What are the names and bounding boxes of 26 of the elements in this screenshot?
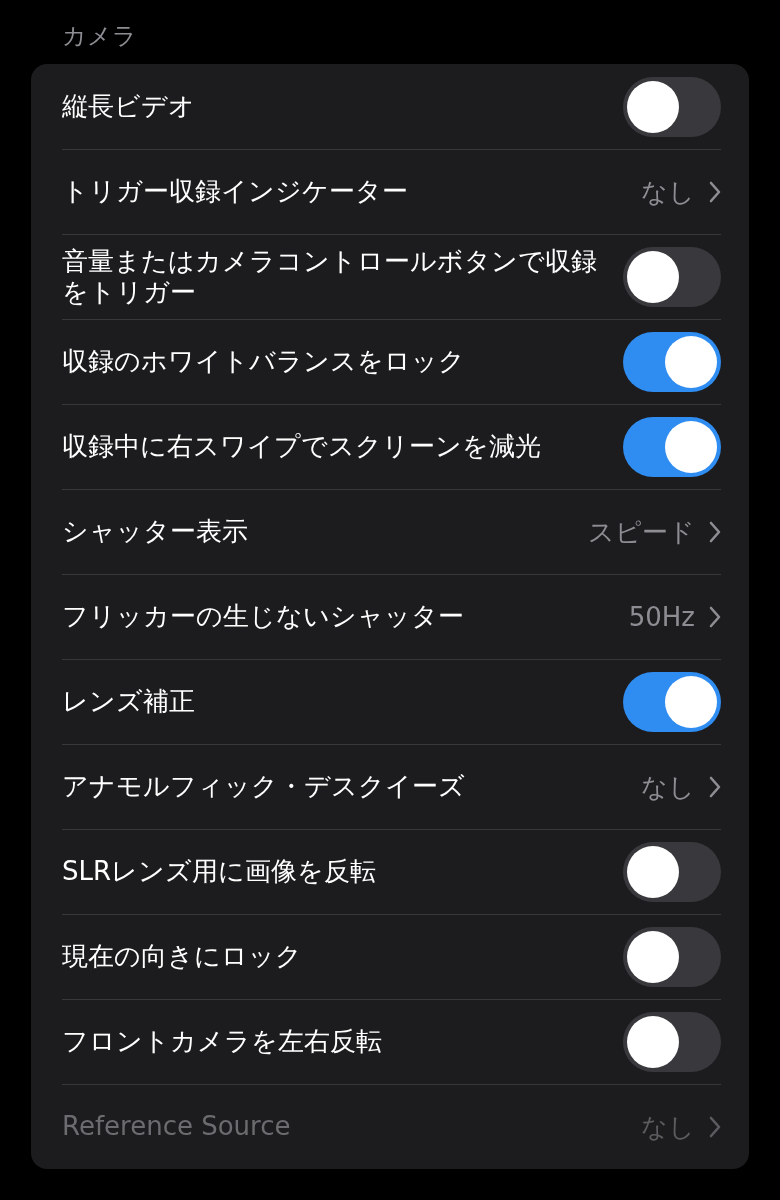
setting-value: なし — [641, 770, 695, 804]
setting-label: フロントカメラを左右反転 — [62, 1026, 382, 1058]
section-header: カメラ — [61, 21, 138, 52]
setting-value: スピード — [588, 515, 695, 549]
setting-label: レンズ補正 — [62, 686, 195, 718]
setting-label[interactable]: フリッカーの生じないシャッター — [62, 601, 464, 633]
setting-label[interactable]: シャッター表示 — [62, 516, 248, 548]
setting-label[interactable]: アナモルフィック・デスクイーズ — [62, 771, 465, 803]
chevron-right-icon — [709, 606, 721, 628]
setting-value: 50Hz — [628, 602, 695, 632]
chevron-right-icon — [709, 181, 721, 203]
chevron-right-icon — [709, 1116, 721, 1138]
setting-label: 現在の向きにロック — [62, 941, 302, 973]
toggle-switch[interactable] — [623, 672, 721, 732]
chevron-right-icon — [709, 776, 721, 798]
chevron-right-icon — [709, 521, 721, 543]
setting-label: 収録中に右スワイプでスクリーンを減光 — [62, 431, 541, 463]
setting-label: 音量またはカメラコントロールボタンで収録をトリガー — [62, 245, 598, 309]
toggle-switch[interactable] — [623, 417, 721, 477]
setting-value: なし — [641, 175, 695, 209]
setting-label: 縦長ビデオ — [62, 90, 195, 123]
toggle-switch[interactable] — [623, 332, 721, 392]
setting-label: 収録のホワイトバランスをロック — [62, 346, 465, 378]
setting-label[interactable]: トリガー収録インジケーター — [62, 176, 408, 208]
setting-label: SLRレンズ用に画像を反転 — [62, 856, 377, 888]
setting-value: なし — [641, 1110, 695, 1144]
